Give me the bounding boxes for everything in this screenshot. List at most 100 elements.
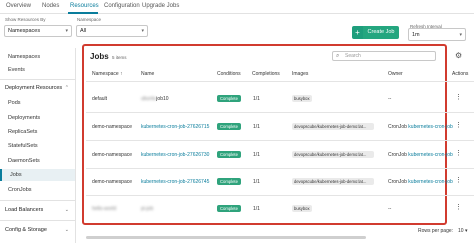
cell-namespace: default xyxy=(92,96,108,102)
image-chip: devopscube/kubernetes-job-demo:lat... xyxy=(292,123,374,130)
table-divider xyxy=(86,112,474,113)
sidebar-item-events[interactable]: Events xyxy=(0,64,75,76)
image-chip: busybox xyxy=(292,95,312,102)
show-resources-select[interactable]: Namespaces ▾ xyxy=(4,25,72,37)
namespace-select[interactable]: All ▾ xyxy=(76,25,148,37)
cell-namespace: demo-namespace xyxy=(92,124,133,130)
owner-link[interactable]: kubernetes-cron-job xyxy=(408,152,452,158)
page-title: Jobs xyxy=(90,52,109,61)
owner-link[interactable]: kubernetes-cron-job xyxy=(408,124,452,130)
chevron-down-icon: ▾ xyxy=(464,228,468,234)
sidebar-item-namespaces[interactable]: Namespaces xyxy=(0,51,75,63)
owner-kind: CronJob xyxy=(388,124,407,130)
namespace-label: Namespace xyxy=(77,17,102,22)
cell-name[interactable]: kubernetes-cron-job-27626730 xyxy=(141,152,209,158)
more-actions-icon[interactable]: ⋮ xyxy=(455,176,462,184)
column-header-owner[interactable]: Owner xyxy=(388,71,403,77)
sidebar-item-replicasets[interactable]: ReplicaSets xyxy=(0,126,75,138)
chevron-down-icon: ⌄ xyxy=(64,227,69,233)
table-divider xyxy=(86,81,474,82)
sidebar-item-pods[interactable]: Pods xyxy=(0,97,75,109)
table-divider xyxy=(86,168,474,169)
cell-name[interactable]: pi-job xyxy=(141,206,153,212)
status-badge: Complete xyxy=(217,123,241,130)
gear-icon[interactable]: ⚙ xyxy=(455,51,462,60)
search-icon: ⌕ xyxy=(336,53,340,59)
cell-name[interactable]: kubernetes-cron-job-27626715 xyxy=(141,124,209,130)
sidebar-divider xyxy=(0,79,75,80)
cell-owner: -- xyxy=(388,96,392,102)
cell-namespace: demo-namespace xyxy=(92,179,133,185)
top-nav: Overview Nodes Resources Configuration U… xyxy=(0,0,474,14)
sidebar-divider xyxy=(0,220,75,221)
chevron-up-icon: ⌃ xyxy=(64,85,69,91)
column-header-label: Namespace xyxy=(92,71,119,77)
cell-completions: 1/1 xyxy=(253,179,260,185)
chevron-down-icon: ▾ xyxy=(141,28,144,34)
sidebar-section-label: Config & Storage xyxy=(5,227,47,233)
sidebar-section-deployment-resources[interactable]: Deployment Resources ⌃ xyxy=(0,82,75,94)
tab-configuration[interactable]: Configuration xyxy=(104,3,140,9)
sidebar-item-deployments[interactable]: Deployments xyxy=(0,112,75,124)
image-chip: devopscube/kubernetes-job-demo:lat... xyxy=(292,178,374,185)
rows-per-page-select[interactable]: 10 ▾ xyxy=(458,228,467,234)
cell-completions: 1/1 xyxy=(253,124,260,130)
column-header-conditions[interactable]: Conditions xyxy=(217,71,241,77)
cell-owner: CronJob kubernetes-cron-job xyxy=(388,179,453,185)
tab-upgrade-jobs[interactable]: Upgrade Jobs xyxy=(142,3,179,9)
image-chip: busybox xyxy=(292,205,312,212)
owner-link[interactable]: kubernetes-cron-job xyxy=(408,179,452,185)
sidebar-section-label: Deployment Resources xyxy=(5,85,63,91)
arrow-up-icon: ↑ xyxy=(120,71,123,77)
column-header-completions[interactable]: Completions xyxy=(252,71,280,77)
cell-namespace: demo-namespace xyxy=(92,152,133,158)
cell-name[interactable]: kubernetes-cron-job-27626745 xyxy=(141,179,209,185)
rows-per-page-value: 10 xyxy=(458,228,464,234)
cell-owner: CronJob kubernetes-cron-job xyxy=(388,152,453,158)
namespace-value: All xyxy=(80,28,87,34)
show-resources-value: Namespaces xyxy=(8,28,41,34)
item-count: 5 items xyxy=(112,55,127,60)
more-actions-icon[interactable]: ⋮ xyxy=(455,203,462,211)
status-badge: Complete xyxy=(217,95,241,102)
cell-completions: 1/1 xyxy=(253,96,260,102)
more-actions-icon[interactable]: ⋮ xyxy=(455,93,462,101)
sidebar-item-cronjobs[interactable]: CronJobs xyxy=(0,184,75,196)
cell-namespace: hello-world xyxy=(92,206,117,212)
cell-name[interactable]: ubuntujob10 xyxy=(141,96,169,102)
owner-kind: CronJob xyxy=(388,179,407,185)
column-header-images[interactable]: Images xyxy=(292,71,308,77)
column-header-actions: Actions xyxy=(452,71,469,77)
column-header-name[interactable]: Name xyxy=(141,71,154,77)
tab-nodes[interactable]: Nodes xyxy=(42,3,59,9)
table-divider xyxy=(86,195,474,196)
sidebar-section-config-storage[interactable]: Config & Storage ⌄ xyxy=(0,224,75,236)
chevron-down-icon: ▾ xyxy=(459,32,462,38)
plus-icon[interactable]: + xyxy=(352,26,363,39)
more-actions-icon[interactable]: ⋮ xyxy=(455,149,462,157)
refresh-interval-select[interactable]: 1m ▾ xyxy=(408,28,466,41)
sidebar-item-jobs[interactable]: Jobs xyxy=(0,169,75,181)
tab-overview[interactable]: Overview xyxy=(6,3,31,9)
tab-resources[interactable]: Resources xyxy=(70,3,99,9)
sidebar-section-label: Load Balancers xyxy=(5,207,44,213)
sidebar-section-load-balancers[interactable]: Load Balancers ⌄ xyxy=(0,204,75,216)
show-resources-label: Show Resources By xyxy=(5,17,46,22)
chevron-down-icon: ⌄ xyxy=(64,207,69,213)
sidebar-item-statefulsets[interactable]: StatefulSets xyxy=(0,140,75,152)
search-placeholder: Search xyxy=(345,53,361,59)
rows-per-page-label: Rows per page: xyxy=(418,228,454,234)
filters-bar: Show Resources By Namespaces ▾ Namespace… xyxy=(0,14,474,48)
search-input[interactable]: ⌕ Search xyxy=(332,51,436,61)
more-actions-icon[interactable]: ⋮ xyxy=(455,121,462,129)
create-job-button[interactable]: Create Job xyxy=(363,26,399,39)
blurred-text: ubuntu xyxy=(141,96,157,102)
status-badge: Complete xyxy=(217,151,241,158)
sidebar-item-daemonsets[interactable]: DaemonSets xyxy=(0,155,75,167)
column-header-namespace[interactable]: Namespace ↑ xyxy=(92,71,123,77)
cell-owner: CronJob kubernetes-cron-job xyxy=(388,124,453,130)
cell-completions: 1/1 xyxy=(253,206,260,212)
horizontal-scrollbar[interactable] xyxy=(86,236,366,239)
table-divider xyxy=(86,140,474,141)
status-badge: Complete xyxy=(217,205,241,212)
